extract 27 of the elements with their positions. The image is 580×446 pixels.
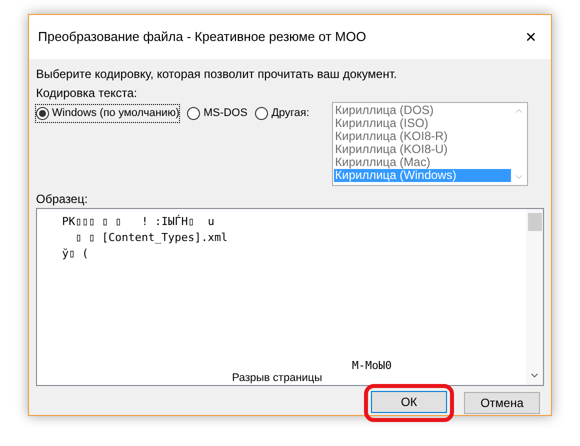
scrollbar[interactable] — [526, 209, 543, 385]
encoding-list-item[interactable]: Кириллица (KOI8-U) — [334, 143, 511, 156]
instruction-text: Выберите кодировку, которая позволит прочитать ваш документ. — [36, 66, 398, 83]
ok-button[interactable]: ОК — [371, 391, 447, 413]
encoding-list-item[interactable]: Кириллица (DOS) — [334, 104, 511, 117]
radio-button[interactable] — [255, 106, 268, 120]
close-button[interactable]: ✕ — [525, 26, 537, 48]
sample-text-line: Разрыв страницы — [232, 372, 324, 385]
encoding-listbox[interactable]: Кириллица (DOS) Кириллица (ISO) Кириллица (KOI8-R) Кириллица (KOI8-U) Кириллица (Mac) Кириллица (Windows) — [332, 102, 528, 186]
sample-text-line: ў▯ ( — [62, 246, 90, 262]
sample-label: Образец: — [36, 191, 89, 208]
radio-option[interactable]: MS-DOS — [187, 105, 248, 122]
cancel-button[interactable]: Отмена — [464, 392, 540, 414]
encoding-list-item[interactable]: Кириллица (KOI8-R) — [334, 130, 511, 143]
sample-text-line: ▯ ▯ [Content_Types].xml — [74, 230, 229, 246]
sample-text-line: PK▯▯▯ ▯ ▯ ! :IЫЃН▯ u — [62, 214, 216, 230]
encoding-list-item[interactable]: Кириллица (ISO) — [334, 117, 511, 130]
window-title: Преобразование файла - Креативное резюме от МОО — [38, 28, 366, 46]
encoding-list-item[interactable]: Кириллица (Windows) — [334, 169, 511, 182]
encoding-list-item[interactable]: Кириллица (Mac) — [334, 156, 511, 169]
radio-option[interactable]: Windows (по умолчанию) — [36, 105, 180, 122]
sample-text-line: M-MoЫ0 — [352, 359, 393, 372]
radio-button[interactable] — [36, 106, 49, 120]
encoding-label: Кодировка текста: — [36, 85, 138, 102]
radio-option[interactable]: Другая: — [255, 105, 310, 122]
radio-button[interactable] — [187, 106, 200, 120]
scroll-thumb[interactable] — [528, 213, 542, 231]
